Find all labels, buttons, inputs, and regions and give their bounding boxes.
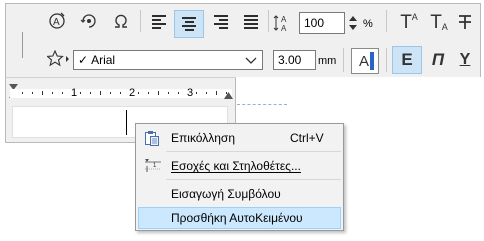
font-checked-mark: ✓: [78, 53, 89, 67]
font-width-input[interactable]: 100: [299, 12, 345, 34]
width-spinner-icon[interactable]: [346, 12, 360, 34]
toolbar-grip[interactable]: [22, 32, 23, 58]
text-format-toolbar: A AA 100 % TA TA ✓ Arial 3.00 mm A E Π Y: [5, 3, 481, 77]
ruler[interactable]: [10, 89, 232, 98]
indents-tabs-icon: 1: [144, 158, 161, 174]
align-justify-icon[interactable]: [238, 10, 264, 34]
svg-text:A: A: [281, 24, 287, 33]
percent-label: %: [363, 18, 373, 30]
context-menu: Επικόλληση Ctrl+V 1 Εσοχές και Στηλοθέτε…: [135, 123, 344, 231]
ruler-number: 1: [71, 87, 78, 99]
menu-item-paste[interactable]: Επικόλληση Ctrl+V: [138, 127, 341, 149]
superscript-icon[interactable]: TA: [396, 10, 422, 34]
svg-text:A: A: [281, 15, 287, 24]
font-size-input[interactable]: 3.00: [273, 50, 316, 70]
menu-item-add-autotext[interactable]: Προσθήκη ΑυτοΚειμένου: [138, 207, 341, 229]
menu-item-label: Εσοχές και Στηλοθέτες...: [171, 159, 301, 173]
italic-icon[interactable]: Π: [426, 48, 450, 72]
svg-text:A: A: [53, 17, 60, 28]
chevron-down-icon[interactable]: [245, 55, 257, 69]
ruler-number: 3: [187, 87, 194, 99]
omega-symbol-icon[interactable]: [110, 10, 132, 32]
ruler-number: 2: [129, 87, 136, 99]
align-center-icon[interactable]: [174, 10, 204, 38]
menu-item-label: Επικόλληση: [171, 131, 236, 145]
strikethrough-icon[interactable]: [453, 10, 477, 34]
font-width-icon: AA: [272, 12, 296, 34]
text-color-icon[interactable]: A: [351, 48, 379, 74]
size-unit-label: mm: [318, 55, 337, 67]
menu-item-label: Εισαγωγή Συμβόλου: [171, 187, 281, 201]
text-anchor-icon[interactable]: A: [46, 10, 68, 32]
menu-item-label: Προσθήκη ΑυτοΚειμένου: [171, 211, 303, 225]
font-name-value: Arial: [91, 53, 116, 67]
right-indent-icon[interactable]: [223, 91, 233, 100]
svg-text:1: 1: [153, 163, 157, 169]
menu-item-indents-tabs[interactable]: 1 Εσοχές και Στηλοθέτες...: [138, 155, 341, 177]
bold-icon[interactable]: E: [392, 46, 422, 74]
subscript-icon[interactable]: TA: [426, 10, 452, 34]
text-block-boundary: [237, 104, 287, 105]
favorites-star-icon[interactable]: [46, 48, 72, 70]
font-name-dropdown[interactable]: ✓ Arial: [73, 50, 263, 70]
text-rotate-icon[interactable]: [78, 10, 100, 32]
align-right-icon[interactable]: [208, 10, 234, 34]
paste-icon: [144, 130, 160, 146]
text-caret: [126, 110, 127, 135]
underline-icon[interactable]: Y: [453, 48, 477, 72]
menu-item-insert-symbol[interactable]: Εισαγωγή Συμβόλου: [138, 183, 341, 205]
align-left-icon[interactable]: [146, 10, 172, 34]
menu-item-shortcut: Ctrl+V: [290, 131, 324, 145]
